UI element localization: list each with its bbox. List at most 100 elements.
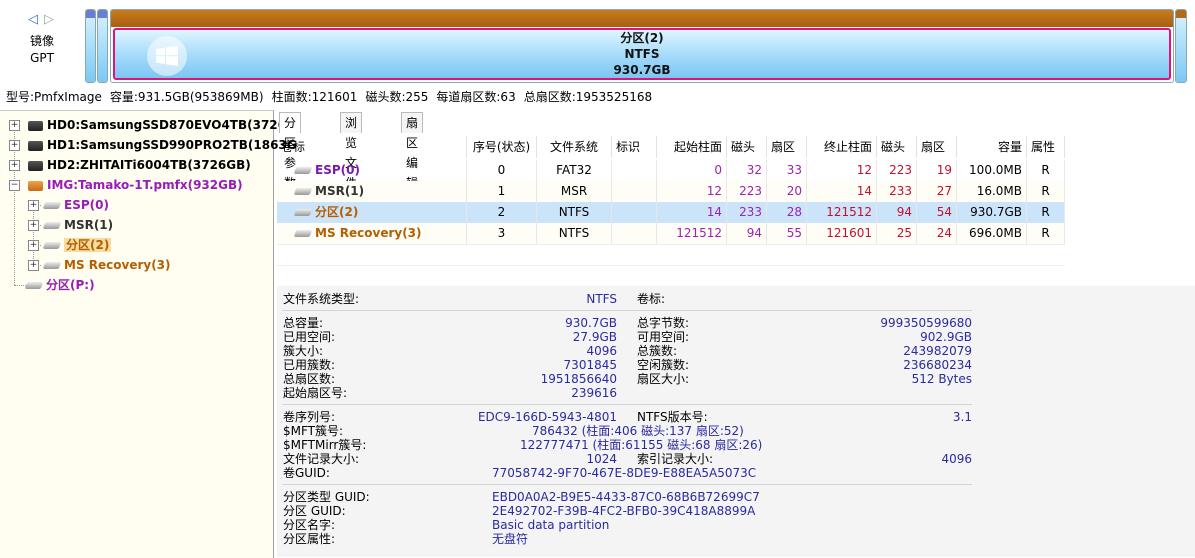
partition-sliver-esp[interactable] <box>85 9 96 83</box>
ntfs-version-label: NTFS版本号: <box>637 410 708 424</box>
divider <box>282 404 972 405</box>
row-id <box>612 202 657 223</box>
col-header-start-head[interactable]: 磁头 <box>727 136 767 158</box>
tree-expand-toggle[interactable]: + <box>28 240 39 251</box>
row-start-cyl: 14 <box>657 202 727 223</box>
partition-icon <box>42 222 62 229</box>
tree-node-hd2[interactable]: HD2:ZHITAITi6004TB(3726GB) <box>28 155 251 175</box>
col-header-id[interactable]: 标识 <box>612 136 657 158</box>
partition-attr-label: 分区属性: <box>283 532 336 546</box>
prev-disk-icon[interactable]: ◁ <box>28 12 38 27</box>
tree-expand-toggle[interactable]: + <box>28 260 39 271</box>
empty-row <box>277 244 1065 266</box>
table-row[interactable]: ESP(0) 0 FAT32 0 32 33 12 223 19 100.0MB… <box>277 160 1065 181</box>
col-header-end-cyl[interactable]: 终止柱面 <box>807 136 877 158</box>
disk-scheme: GPT <box>30 51 54 65</box>
row-end-head: 223 <box>877 160 917 181</box>
partition-sliver-recovery[interactable] <box>1175 9 1187 83</box>
row-start-cyl: 12 <box>657 181 727 202</box>
row-start-head: 32 <box>727 160 767 181</box>
tree-node-hd1[interactable]: HD1:SamsungSSD990PRO2TB(1863G <box>28 135 297 155</box>
tree-node-msr[interactable]: MSR(1) <box>42 215 114 235</box>
col-header-end-sector[interactable]: 扇区 <box>917 136 957 158</box>
start-sector-value: 239616 <box>571 386 617 400</box>
tab-browse-files[interactable]: 浏览文件 <box>340 112 363 190</box>
col-header-attr[interactable]: 属性 <box>1027 136 1065 158</box>
tree-node-label: ESP(0) <box>64 198 109 212</box>
partition-name-label: 分区名字: <box>283 518 336 532</box>
total-label: 总容量: <box>283 316 324 330</box>
cluster-value: 4096 <box>586 344 617 358</box>
fs-type-label: 文件系统类型: <box>283 292 360 306</box>
row-index: 1 <box>467 181 537 202</box>
empty-row <box>277 265 1065 287</box>
partition-name: 分区(2) <box>620 31 664 45</box>
table-row[interactable]: MSR(1) 1 MSR 12 223 20 14 233 27 16.0MB … <box>277 181 1065 202</box>
col-header-fs[interactable]: 文件系统 <box>537 136 612 158</box>
table-row[interactable]: MS Recovery(3) 3 NTFS 121512 94 55 12160… <box>277 223 1065 244</box>
tree-node-label: MSR(1) <box>64 218 114 232</box>
row-capacity: 696.0MB <box>957 223 1027 244</box>
partition-attr-value: 无盘符 <box>492 532 529 546</box>
row-end-sector: 19 <box>917 160 957 181</box>
row-end-cyl: 121601 <box>807 223 877 244</box>
disk-tree: + HD0:SamsungSSD870EVO4TB(3726G + HD1:Sa… <box>0 110 297 558</box>
next-disk-icon[interactable]: ▷ <box>44 12 54 27</box>
row-end-head: 25 <box>877 223 917 244</box>
tree-node-partition-2[interactable]: 分区(2) <box>42 235 112 255</box>
row-end-cyl: 12 <box>807 160 877 181</box>
total-bytes-label: 总字节数: <box>637 316 690 330</box>
tree-node-label: IMG:Tamako-1T.pmfx(932GB) <box>47 178 243 192</box>
tree-expand-toggle[interactable]: + <box>9 160 20 171</box>
row-start-sector: 28 <box>767 202 807 223</box>
partition-block-main[interactable]: 分区(2) NTFS 930.7GB <box>110 9 1174 83</box>
col-header-label[interactable]: 卷标 <box>277 136 467 158</box>
row-id <box>612 160 657 181</box>
col-header-start-sector[interactable]: 扇区 <box>767 136 807 158</box>
tree-expand-toggle[interactable]: + <box>9 120 20 131</box>
hard-disk-icon <box>28 140 43 151</box>
row-fs: FAT32 <box>537 160 612 181</box>
tree-node-esp[interactable]: ESP(0) <box>42 195 109 215</box>
clusters-value: 243982079 <box>903 344 972 358</box>
partition-icon <box>293 188 313 195</box>
fs-type-value: NTFS <box>586 292 617 306</box>
tree-node-recovery[interactable]: MS Recovery(3) <box>42 255 171 275</box>
tree-node-hd0[interactable]: HD0:SamsungSSD870EVO4TB(3726G <box>28 115 296 135</box>
partition-table: 卷标 序号(状态) 文件系统 标识 起始柱面 磁头 扇区 终止柱面 磁头 扇区 … <box>277 136 1195 286</box>
table-row-selected[interactable]: 分区(2) 2 NTFS 14 233 28 121512 94 54 930.… <box>277 202 1065 223</box>
disk-type-label: 镜像 GPT <box>14 33 70 67</box>
tree-expand-toggle[interactable]: + <box>28 220 39 231</box>
tree-node-label: HD1:SamsungSSD990PRO2TB(1863G <box>47 138 297 152</box>
used-label: 已用空间: <box>283 330 336 344</box>
tree-node-partition-p[interactable]: 分区(P:) <box>24 275 95 295</box>
col-header-index[interactable]: 序号(状态) <box>467 136 537 158</box>
partition-sliver-msr[interactable] <box>97 9 108 83</box>
sectors-label: 总扇区数: <box>283 372 336 386</box>
tab-sector-edit[interactable]: 扇区编辑 <box>401 112 424 190</box>
tree-expand-toggle[interactable]: + <box>28 200 39 211</box>
partition-icon <box>293 230 313 237</box>
tab-partition-params[interactable]: 分区参数 <box>279 112 302 190</box>
used-clusters-label: 已用簇数: <box>283 358 336 372</box>
row-label: 分区(2) <box>277 202 467 223</box>
tree-collapse-toggle[interactable]: − <box>9 180 20 191</box>
hard-disk-icon <box>28 120 43 131</box>
row-fs: NTFS <box>537 202 612 223</box>
serial-label: 卷序列号: <box>283 410 336 424</box>
partition-icon <box>293 209 313 216</box>
vol-guid-label: 卷GUID: <box>283 466 330 480</box>
mftmirr-label: $MFTMirr簇号: <box>283 438 367 452</box>
col-header-start-cyl[interactable]: 起始柱面 <box>657 136 727 158</box>
cluster-label: 簇大小: <box>283 344 324 358</box>
col-header-capacity[interactable]: 容量 <box>957 136 1027 158</box>
col-header-end-head[interactable]: 磁头 <box>877 136 917 158</box>
row-end-sector: 54 <box>917 202 957 223</box>
row-capacity: 930.7GB <box>957 202 1027 223</box>
record-size-label: 文件记录大小: <box>283 452 360 466</box>
tree-expand-toggle[interactable]: + <box>9 140 20 151</box>
record-size-value: 1024 <box>586 452 617 466</box>
tree-node-image[interactable]: IMG:Tamako-1T.pmfx(932GB) <box>28 175 243 195</box>
row-attr: R <box>1027 160 1065 181</box>
partition-fs: NTFS <box>624 47 660 61</box>
